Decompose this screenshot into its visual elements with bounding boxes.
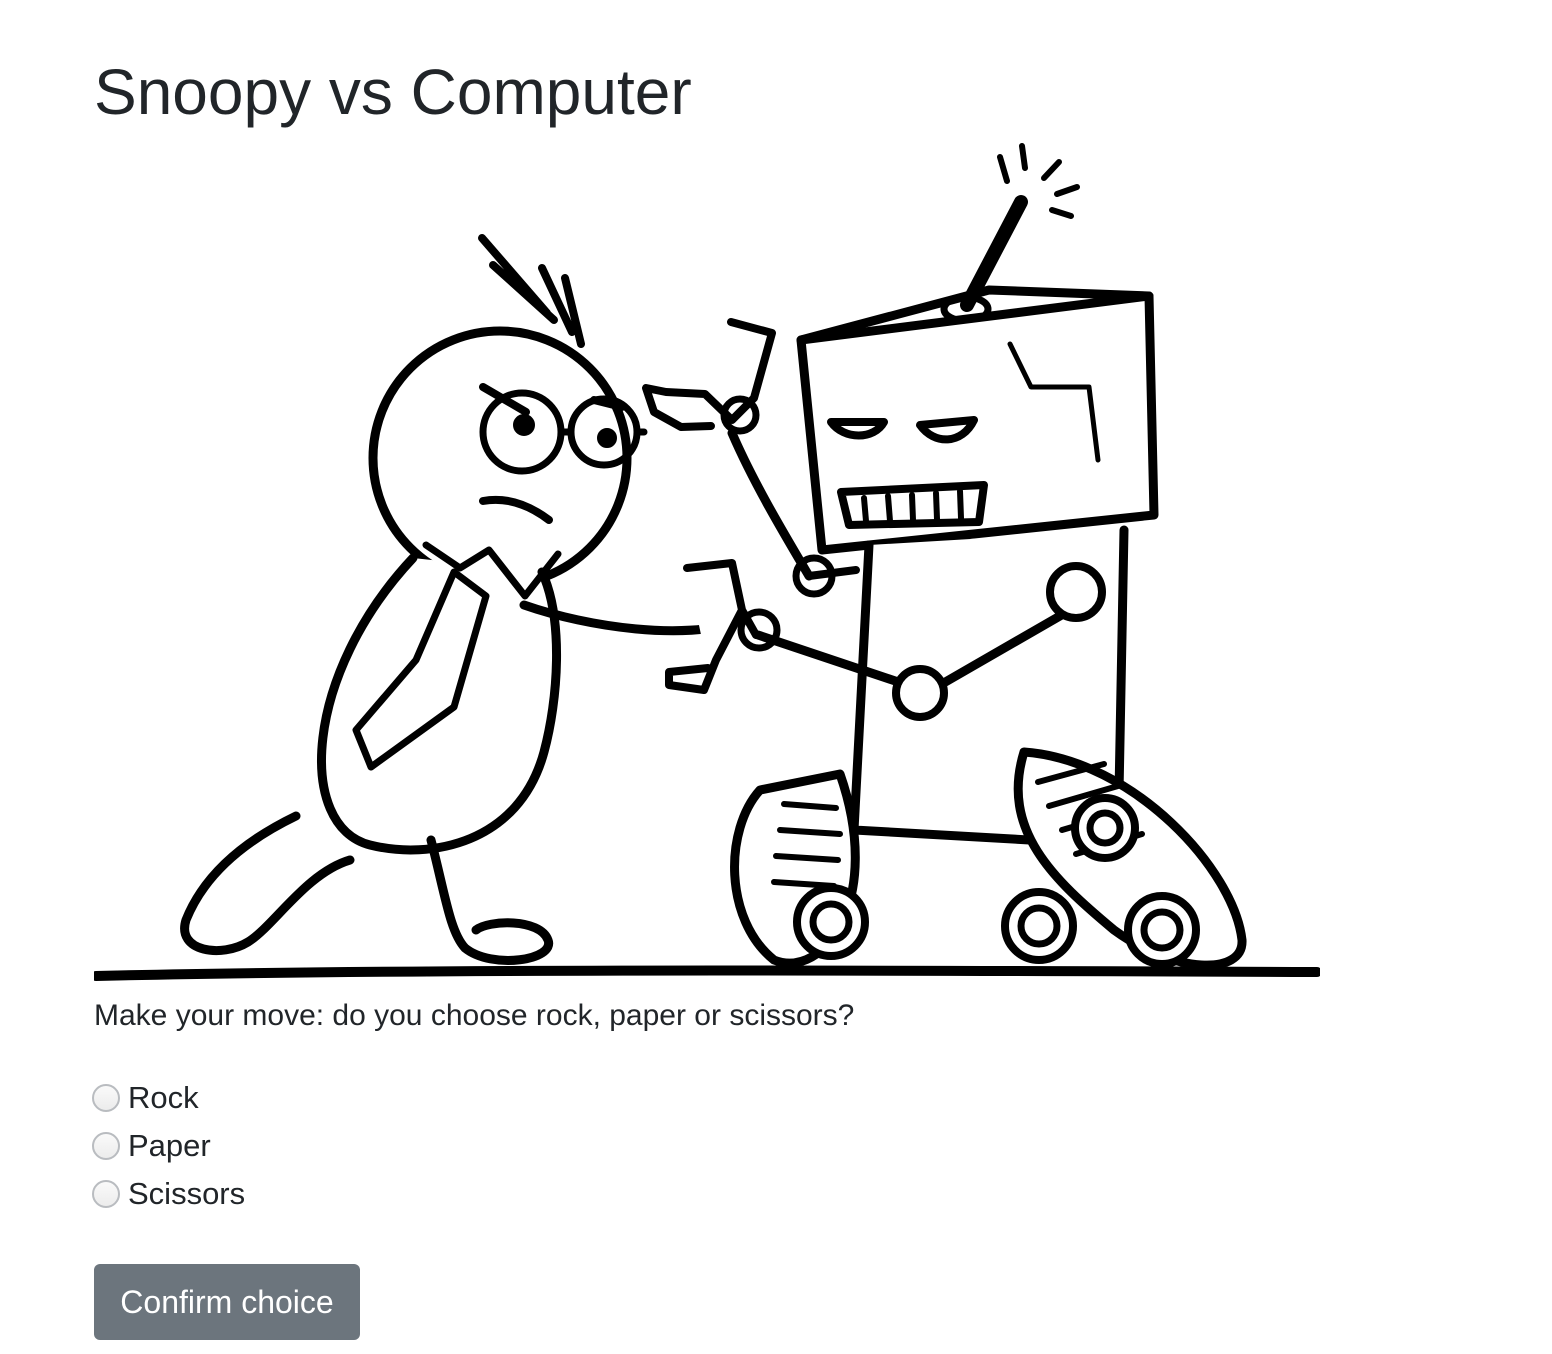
move-prompt: Make your move: do you choose rock, pape…: [94, 999, 855, 1032]
choice-rock[interactable]: Rock: [92, 1074, 245, 1122]
choice-scissors[interactable]: Scissors: [92, 1170, 245, 1218]
page-title: Snoopy vs Computer: [94, 56, 692, 128]
human-figure: [180, 234, 742, 965]
paper-label: Paper: [128, 1128, 211, 1163]
choice-paper[interactable]: Paper: [92, 1122, 245, 1170]
scissors-radio[interactable]: [92, 1180, 120, 1208]
scissors-label: Scissors: [128, 1176, 246, 1211]
illustration-svg: [94, 143, 1320, 981]
move-choice-group: Rock Paper Scissors: [92, 1074, 245, 1218]
paper-radio[interactable]: [92, 1132, 120, 1160]
rock-radio[interactable]: [92, 1084, 120, 1112]
man-vs-robot-illustration: [94, 140, 1320, 990]
confirm-choice-button[interactable]: Confirm choice: [94, 1264, 360, 1340]
ground-line: [94, 965, 1320, 981]
page-container: Snoopy vs Computer Make your move: do yo…: [0, 0, 1552, 1354]
robot-figure: [642, 143, 1247, 970]
rock-label: Rock: [128, 1080, 199, 1115]
